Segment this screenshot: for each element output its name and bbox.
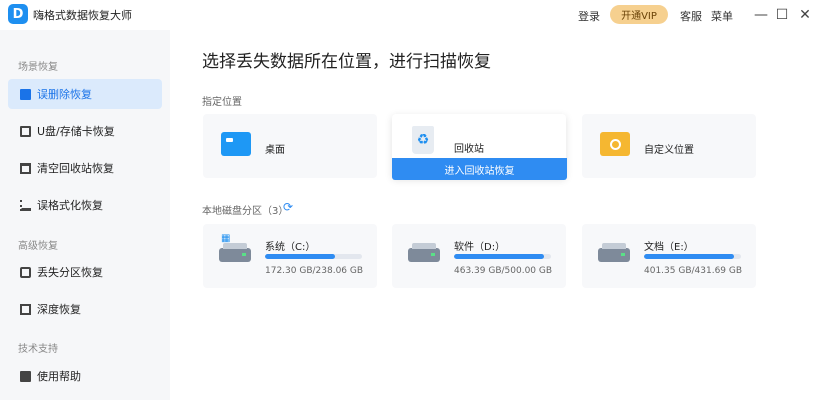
file-icon [20, 88, 31, 100]
trash-icon [20, 162, 31, 174]
disk-usage-fill [265, 254, 335, 259]
locations-label: 指定位置 [202, 97, 242, 108]
sidebar-item-label: 清空回收站恢复 [37, 162, 114, 175]
location-label: 回收站 [454, 144, 484, 155]
sidebar-item-help[interactable]: 使用帮助 [8, 361, 162, 391]
help-book-icon [20, 370, 31, 382]
sidebar-section-title: 场景恢复 [18, 62, 58, 73]
sidebar-item-label: 深度恢复 [37, 303, 81, 316]
sidebar-item-usb-recovery[interactable]: U盘/存储卡恢复 [8, 116, 162, 146]
location-label: 桌面 [265, 145, 285, 156]
disks-label: 本地磁盘分区（3） [202, 206, 289, 217]
folder-search-icon [600, 132, 630, 156]
desktop-icon [221, 132, 251, 156]
sidebar-item-label: 误格式化恢复 [37, 199, 103, 212]
disk-card-d[interactable]: 软件（D:） 463.39 GB/500.00 GB [392, 224, 566, 288]
disk-size: 172.30 GB/238.06 GB [265, 266, 364, 276]
maximize-icon[interactable]: ☐ [772, 5, 792, 25]
disk-size: 463.39 GB/500.00 GB [454, 266, 553, 276]
page-title: 选择丢失数据所在位置，进行扫描恢复 [202, 52, 491, 72]
minimize-icon[interactable]: — [751, 5, 771, 25]
sidebar-item-label: 丢失分区恢复 [37, 266, 103, 279]
location-card-desktop[interactable]: 桌面 [203, 114, 377, 178]
sidebar-item-format-recovery[interactable]: 误格式化恢复 [8, 190, 162, 220]
sidebar-item-deleted-recovery[interactable]: 误删除恢复 [8, 79, 162, 109]
app-title: 嗨格式数据恢复大师 [33, 9, 132, 22]
sidebar-item-label: 使用帮助 [37, 370, 81, 383]
login-button[interactable]: 登录 [578, 8, 600, 24]
service-button[interactable]: 客服 [680, 8, 702, 24]
disk-name: 文档（E:） [644, 242, 694, 253]
sidebar-section-title: 高级恢复 [18, 241, 58, 252]
disk-usage-fill [454, 254, 545, 259]
disk-size: 401.35 GB/431.69 GB [644, 266, 743, 276]
enter-recycle-bin-button[interactable]: 进入回收站恢复 [392, 158, 567, 180]
sidebar-item-label: 误删除恢复 [37, 88, 92, 101]
disk-card-c[interactable]: ▦ 系统（C:） 172.30 GB/238.06 GB [203, 224, 377, 288]
format-icon [20, 199, 31, 211]
close-icon[interactable]: ✕ [795, 5, 815, 25]
sidebar-item-recycle-recovery[interactable]: 清空回收站恢复 [8, 153, 162, 183]
refresh-icon[interactable]: ⟳ [283, 200, 293, 214]
disk-name: 系统（C:） [265, 242, 316, 253]
sidebar-section-title: 技术支持 [18, 344, 58, 355]
recycle-bin-icon: ♻ [412, 126, 434, 154]
disk-card-e[interactable]: 文档（E:） 401.35 GB/431.69 GB [582, 224, 756, 288]
menu-button[interactable]: 菜单 [711, 8, 733, 24]
location-card-custom[interactable]: 自定义位置 [582, 114, 756, 178]
disk-name: 软件（D:） [454, 242, 506, 253]
usb-icon [20, 125, 31, 137]
location-card-recycle-bin[interactable]: ♻ 回收站 进入回收站恢复 [392, 114, 567, 180]
drive-icon [219, 243, 251, 262]
app-logo-icon: D [8, 4, 28, 24]
drive-icon [598, 243, 630, 262]
drive-icon [408, 243, 440, 262]
disk-usage-bar [454, 254, 551, 259]
partition-icon [20, 266, 31, 278]
disk-usage-bar [644, 254, 741, 259]
sidebar-item-partition-recovery[interactable]: 丢失分区恢复 [8, 257, 162, 287]
sidebar-item-label: U盘/存储卡恢复 [37, 125, 115, 138]
disk-usage-fill [644, 254, 735, 259]
vip-button[interactable]: 开通VIP [610, 5, 668, 24]
disk-usage-bar [265, 254, 362, 259]
sidebar: 场景恢复 误删除恢复 U盘/存储卡恢复 清空回收站恢复 误格式化恢复 高级恢复 … [0, 30, 170, 400]
deep-scan-icon [20, 303, 31, 315]
location-label: 自定义位置 [644, 145, 694, 156]
sidebar-item-deep-recovery[interactable]: 深度恢复 [8, 294, 162, 324]
title-bar: D 嗨格式数据恢复大师 登录 开通VIP 客服 菜单 — ☐ ✕ [0, 0, 827, 30]
